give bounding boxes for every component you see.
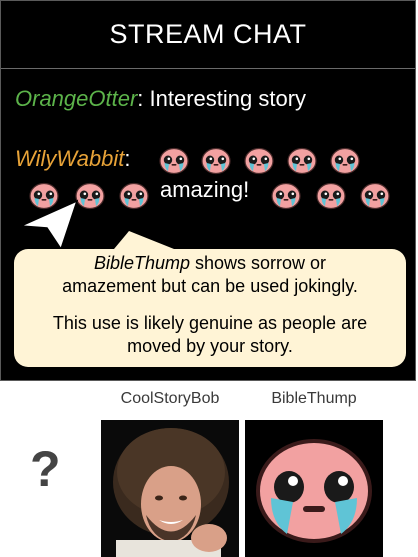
tooltip-text: amazement but can be used jokingly. (62, 276, 358, 296)
stream-chat-panel: STREAM CHAT OrangeOtter: Interesting sto… (0, 0, 416, 381)
bible-thump-emote-icon (286, 145, 318, 177)
chat-title: STREAM CHAT (109, 19, 307, 49)
tooltip-emote-name: BibleThump (93, 253, 190, 273)
bible-thump-emote-icon (315, 180, 347, 212)
emote-info-tooltip: BibleThump shows sorrow or amazement but… (14, 249, 406, 367)
bible-thump-emote-icon (243, 145, 275, 177)
bob-ross-portrait-icon (101, 420, 239, 557)
bible-thump-emote-icon (118, 180, 150, 212)
chat-separator: : (124, 146, 131, 171)
bible-thump-emote-icon (329, 145, 361, 177)
tooltip-text: This use is likely genuine as people are (52, 313, 368, 333)
bible-thump-emote-icon (158, 145, 190, 177)
cool-story-bob-option[interactable] (101, 420, 239, 557)
question-mark: ? (30, 441, 61, 497)
chat-message-text: Interesting story (143, 86, 307, 111)
bible-thump-emote-icon (200, 145, 232, 177)
tooltip-text: moved by your story. (127, 336, 293, 356)
tooltip-text: shows sorrow or (190, 253, 327, 273)
bible-thump-emote-icon (270, 180, 302, 212)
chat-message-text: amazing! (160, 177, 250, 202)
bible-thump-option[interactable] (245, 420, 383, 557)
chat-username[interactable]: OrangeOtter (15, 86, 137, 111)
chat-message: OrangeOtter: Interesting story (15, 86, 306, 112)
option-label: CoolStoryBob (120, 390, 220, 407)
title-divider (1, 68, 415, 69)
crying-face-emote-icon (245, 420, 383, 557)
option-label: BibleThump (271, 390, 357, 407)
bible-thump-emote-icon (359, 180, 391, 212)
chat-username[interactable]: WilyWabbit (15, 146, 124, 171)
chat-message: WilyWabbit: (15, 146, 131, 172)
